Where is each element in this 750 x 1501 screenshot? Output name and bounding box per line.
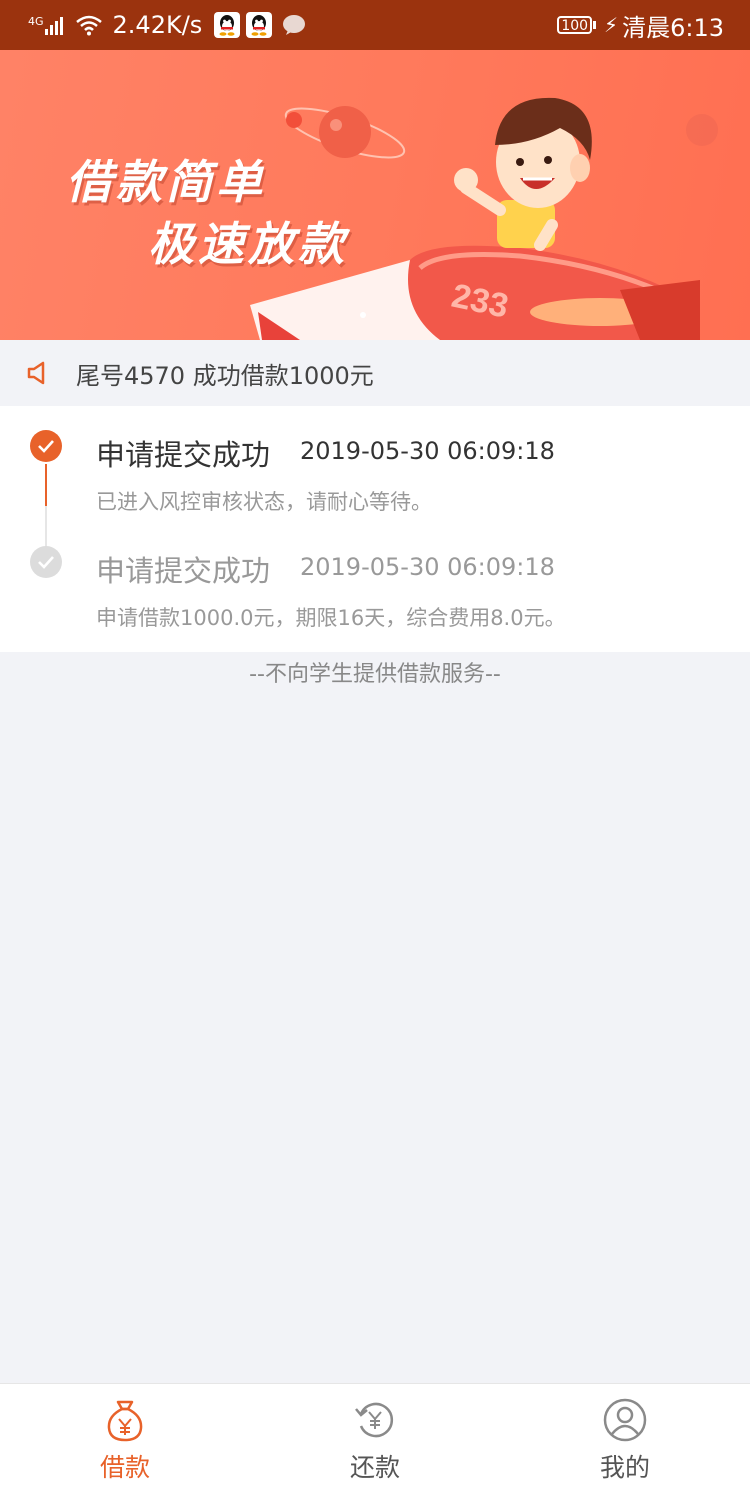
battery-level: 100 (557, 16, 593, 34)
status-left: 4G 2.42K/s (28, 11, 306, 39)
wifi-icon (75, 14, 103, 36)
charging-icon: ⚡ (604, 13, 619, 37)
step-title: 申请提交成功 (96, 554, 271, 588)
profile-icon (603, 1398, 647, 1442)
step-title: 申请提交成功 (96, 438, 271, 472)
tab-mine-label: 我的 (599, 1453, 650, 1482)
banner-subheadline: 极速放款 (148, 217, 348, 271)
step-time: 2019-05-30 06:09:18 (300, 553, 555, 581)
check-icon-inactive (30, 546, 62, 578)
tab-mine[interactable]: 我的 (500, 1384, 750, 1501)
check-icon (30, 430, 62, 462)
step-description: 已进入风控审核状态，请耐心等待。 (96, 490, 432, 514)
timeline-connector (45, 506, 47, 548)
speaker-icon (26, 361, 50, 385)
tab-repay-label: 还款 (349, 1453, 400, 1482)
status-right: 100 ⚡ 清晨6:13 (557, 8, 724, 43)
step-time: 2019-05-30 06:09:18 (300, 437, 555, 465)
banner-headline: 借款简单 (66, 155, 266, 209)
signal-icon: 4G (28, 15, 67, 35)
network-speed: 2.42K/s (112, 11, 203, 39)
carousel-indicator (360, 312, 366, 318)
message-bubble-icon (282, 14, 306, 36)
money-bag-icon (106, 1398, 144, 1442)
bottom-tab-bar: 借款 还款 我的 (0, 1383, 750, 1501)
status-bar: 4G 2.42K/s 100 ⚡ 清晨6:13 (0, 0, 750, 50)
promo-banner[interactable]: 233 借款简单 极速放款 (0, 50, 750, 340)
timeline-connector-active (45, 464, 47, 506)
tab-loan[interactable]: 借款 (0, 1384, 250, 1501)
network-type: 4G (28, 15, 44, 28)
clock: 清晨6:13 (622, 13, 724, 42)
carousel-dot-active (360, 312, 366, 318)
qq-notification-icon-2 (246, 12, 273, 38)
tab-loan-label: 借款 (99, 1453, 150, 1482)
qq-notification-icon (214, 12, 241, 38)
application-progress: 申请提交成功 2019-05-30 06:09:18 已进入风控审核状态，请耐心… (0, 406, 750, 652)
announcement-text: 尾号4570 成功借款1000元 (76, 361, 374, 390)
repay-icon (353, 1398, 397, 1442)
student-disclaimer: --不向学生提供借款服务-- (249, 662, 501, 687)
battery-icon: 100 (557, 16, 597, 34)
announcement-bar: 尾号4570 成功借款1000元 (0, 340, 750, 406)
step-description: 申请借款1000.0元，期限16天，综合费用8.0元。 (96, 606, 566, 630)
tab-repay[interactable]: 还款 (250, 1384, 500, 1501)
